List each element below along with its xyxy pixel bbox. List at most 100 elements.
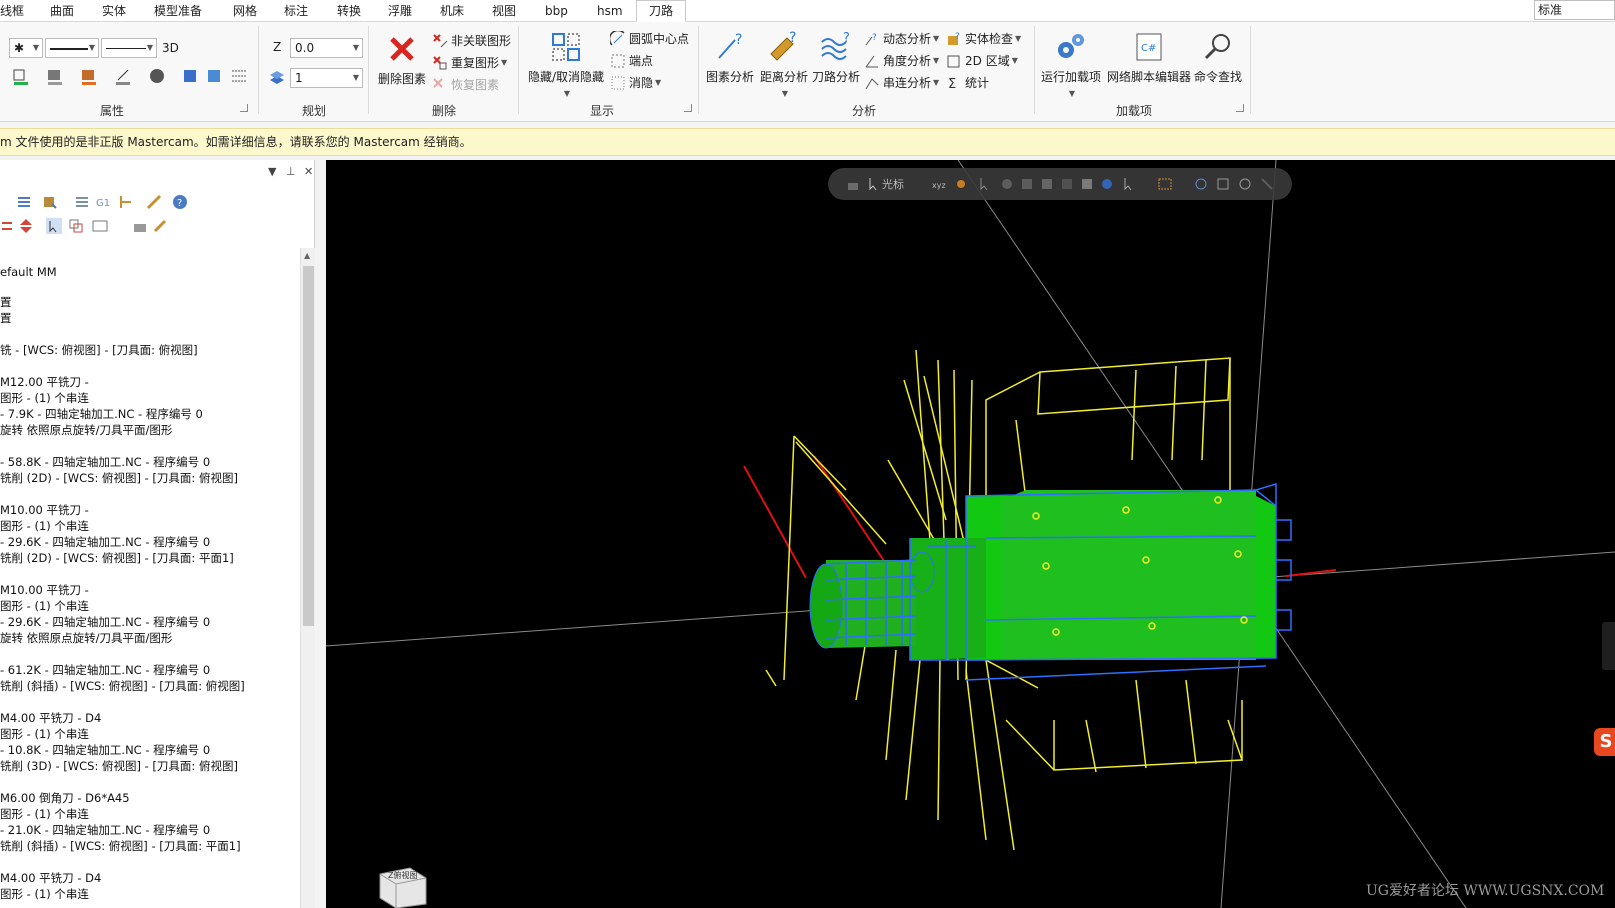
style-select[interactable]: 标准 xyxy=(1534,0,1615,20)
line-style-select[interactable]: ▼ xyxy=(45,38,99,58)
tab-solids[interactable]: 实体 xyxy=(102,2,126,20)
tree-item[interactable]: 铣 - [WCS: 俯视图] - [刀具面: 俯视图] xyxy=(0,342,198,358)
solid-face-icon[interactable] xyxy=(1060,177,1074,191)
point-entry-icon[interactable] xyxy=(954,177,968,191)
viewport-side-handle[interactable] xyxy=(1602,622,1615,670)
window-select-icon[interactable] xyxy=(1158,177,1172,191)
tree-item[interactable]: - 10.8K - 四轴定轴加工.NC - 程序编号 0 xyxy=(0,742,210,758)
high-feed-icon[interactable] xyxy=(146,194,162,210)
tree-item[interactable]: 铣削 (斜插) - [WCS: 俯视图] - [刀具面: 俯视图] xyxy=(0,678,245,694)
tree-item[interactable]: 图形 - (1) 个串连 xyxy=(0,806,89,822)
statistics-button[interactable]: Σ 统计 xyxy=(946,74,989,91)
panel-close-icon[interactable]: ✕ xyxy=(304,165,313,178)
scroll-up-icon[interactable]: ▲ xyxy=(304,251,310,260)
net-script-editor-button[interactable]: C# 网络脚本编辑器 xyxy=(1106,30,1192,85)
tree-item[interactable]: M4.00 平铣刀 - D4 xyxy=(0,870,101,886)
delete-duplicate-button[interactable]: 重复图形 ▼ xyxy=(432,54,507,71)
tree-item[interactable]: 图形 - (1) 个串连 xyxy=(0,886,89,902)
tree-item[interactable]: 铣削 (2D) - [WCS: 俯视图] - [刀具面: 平面1] xyxy=(0,550,234,566)
tab-machine[interactable]: 机床 xyxy=(440,2,464,20)
solid-icon[interactable] xyxy=(1040,177,1054,191)
tree-item[interactable]: 图形 - (1) 个串连 xyxy=(0,598,89,614)
attributes-launcher-icon[interactable] xyxy=(240,104,248,112)
area-2d-button[interactable]: 2D 区域 ▼ xyxy=(946,52,1018,69)
tab-surfaces[interactable]: 曲面 xyxy=(50,2,74,20)
display-selected-icon[interactable] xyxy=(68,218,84,234)
delete-unassociated-button[interactable]: 非关联图形 xyxy=(432,32,511,49)
verify-icon[interactable] xyxy=(1194,177,1208,191)
levels-icon[interactable] xyxy=(268,68,286,86)
tree-item[interactable]: - 58.8K - 四轴定轴加工.NC - 程序编号 0 xyxy=(0,454,210,470)
move-down-icon[interactable] xyxy=(0,218,16,234)
reselect-icon[interactable] xyxy=(1260,177,1274,191)
tab-hsm[interactable]: hsm xyxy=(597,2,623,20)
level-input[interactable]: 1 ▼ xyxy=(290,68,363,88)
help-icon[interactable]: ? xyxy=(172,194,188,210)
tree-item[interactable]: 图形 - (1) 个串连 xyxy=(0,518,89,534)
tool-icon[interactable] xyxy=(152,218,168,234)
run-addin-button[interactable]: 运行加载项 ▼ xyxy=(1040,30,1102,99)
tree-item[interactable]: 旋转 依照原点旋转/刀具平面/图形 xyxy=(0,422,172,438)
angle-analysis-button[interactable]: 角度分析 ▼ xyxy=(864,52,939,69)
body-icon[interactable] xyxy=(1080,177,1094,191)
tree-item[interactable]: M4.00 平铣刀 - D4 xyxy=(0,710,101,726)
tab-view[interactable]: 视图 xyxy=(492,2,516,20)
tree-item[interactable]: M6.00 倒角刀 - D6*A45 xyxy=(0,790,130,806)
tab-toolpaths[interactable]: 刀路 xyxy=(636,0,687,22)
xyz-icon[interactable]: xyz xyxy=(932,177,946,191)
blank-button[interactable]: 消隐 ▼ xyxy=(610,74,661,91)
insert-arrow-icon[interactable] xyxy=(46,218,62,234)
tab-transform[interactable]: 转换 xyxy=(337,2,361,20)
tree-item[interactable]: - 7.9K - 四轴定轴加工.NC - 程序编号 0 xyxy=(0,406,203,422)
point-style-select[interactable]: ✱ ▼ xyxy=(9,38,43,58)
dynamic-analysis-button[interactable]: ? 动态分析 ▼ xyxy=(864,30,939,47)
g1-verify-icon[interactable]: G1 xyxy=(96,194,112,210)
view-cube[interactable]: Z俯视图 xyxy=(370,864,428,908)
restore-entities-button[interactable]: 恢复图素 xyxy=(432,76,499,93)
z-depth-input[interactable]: 0.0 ▼ xyxy=(290,38,363,58)
select-arrow-icon[interactable] xyxy=(978,177,992,191)
display-launcher-icon[interactable] xyxy=(684,104,692,112)
scroll-thumb[interactable] xyxy=(303,266,314,626)
tab-wireframe[interactable]: 线框 xyxy=(0,2,24,20)
clear-selection-icon[interactable] xyxy=(1238,177,1252,191)
tree-item[interactable]: - 29.6K - 四轴定轴加工.NC - 程序编号 0 xyxy=(0,534,210,550)
endpoints-button[interactable]: 端点 xyxy=(610,52,653,69)
regen-dirty-icon[interactable] xyxy=(42,194,58,210)
tree-item[interactable]: 置 xyxy=(0,310,12,326)
tree-item[interactable]: 图形 - (1) 个串连 xyxy=(0,726,89,742)
ime-badge[interactable]: S xyxy=(1594,728,1615,756)
chain-analysis-button[interactable]: 串连分析 ▼ xyxy=(864,74,939,91)
tree-item[interactable]: efault MM xyxy=(0,264,57,280)
show-toggle-icon[interactable] xyxy=(92,218,108,234)
tree-scrollbar[interactable]: ▲ xyxy=(300,248,315,908)
tree-item[interactable]: - 21.0K - 四轴定轴加工.NC - 程序编号 0 xyxy=(0,822,210,838)
selection-list-icon[interactable] xyxy=(1216,177,1230,191)
addins-launcher-icon[interactable] xyxy=(1236,104,1244,112)
tree-item[interactable]: 铣削 (3D) - [WCS: 俯视图] - [刀具面: 俯视图] xyxy=(0,758,238,774)
tree-item[interactable]: 旋转 依照原点旋转/刀具平面/图形 xyxy=(0,630,172,646)
tab-annotate[interactable]: 标注 xyxy=(284,2,308,20)
tree-item[interactable]: M10.00 平铣刀 - xyxy=(0,502,89,518)
tree-item[interactable]: - 29.6K - 四轴定轴加工.NC - 程序编号 0 xyxy=(0,614,210,630)
hide-unhide-button[interactable]: 隐藏/取消隐藏 ▼ xyxy=(526,30,606,99)
distance-analysis-button[interactable]: ? 距离分析 ▼ xyxy=(758,30,810,99)
arc-centers-button[interactable]: 圆弧中心点 xyxy=(610,30,689,47)
tree-item[interactable]: 铣削 (斜插) - [WCS: 俯视图] - [刀具面: 平面1] xyxy=(0,838,241,854)
color-body-icon[interactable] xyxy=(1100,177,1114,191)
tab-relief[interactable]: 浮雕 xyxy=(388,2,412,20)
wire-icon[interactable] xyxy=(1000,177,1014,191)
tab-bbp[interactable]: bbp xyxy=(545,2,568,20)
tree-item[interactable]: 图形 - (1) 个串连 xyxy=(0,390,89,406)
tab-model-prep[interactable]: 模型准备 xyxy=(154,2,202,20)
panel-pin-icon[interactable]: ⊥ xyxy=(286,165,296,178)
tree-item[interactable]: M10.00 平铣刀 - xyxy=(0,582,89,598)
backplot-icon[interactable] xyxy=(74,194,90,210)
toolpath-analysis-button[interactable]: ? 刀路分析 xyxy=(810,30,862,85)
entity-analysis-button[interactable]: ? 图素分析 xyxy=(704,30,756,85)
tree-item[interactable]: 铣削 (2D) - [WCS: 俯视图] - [刀具面: 俯视图] xyxy=(0,470,238,486)
tree-item[interactable]: 置 xyxy=(0,294,12,310)
regen-all-icon[interactable] xyxy=(16,194,32,210)
select-mode-icon[interactable] xyxy=(1122,177,1136,191)
tree-item[interactable]: M12.00 平铣刀 - xyxy=(0,374,89,390)
